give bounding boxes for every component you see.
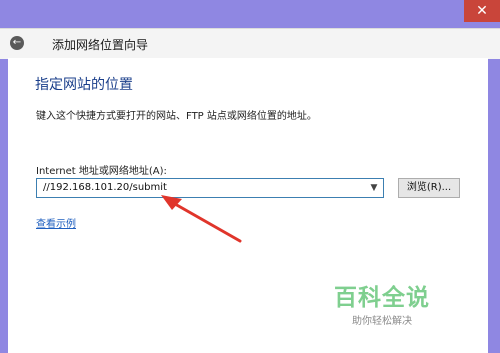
- wizard-content: 指定网站的位置 键入这个快捷方式要打开的网站、FTP 站点或网络位置的地址。 I…: [8, 58, 488, 353]
- wizard-header: ← 添加网络位置向导: [0, 28, 500, 59]
- back-arrow-icon[interactable]: ←: [10, 36, 24, 50]
- window-titlebar: ✕: [0, 0, 500, 28]
- watermark-title: 百科全说: [334, 285, 430, 311]
- watermark-subtitle: 助你轻松解决: [352, 316, 412, 327]
- watermark-logo: 百科全说 助你轻松解决: [334, 278, 430, 327]
- close-button[interactable]: ✕: [464, 0, 500, 22]
- wizard-title: 添加网络位置向导: [52, 38, 149, 52]
